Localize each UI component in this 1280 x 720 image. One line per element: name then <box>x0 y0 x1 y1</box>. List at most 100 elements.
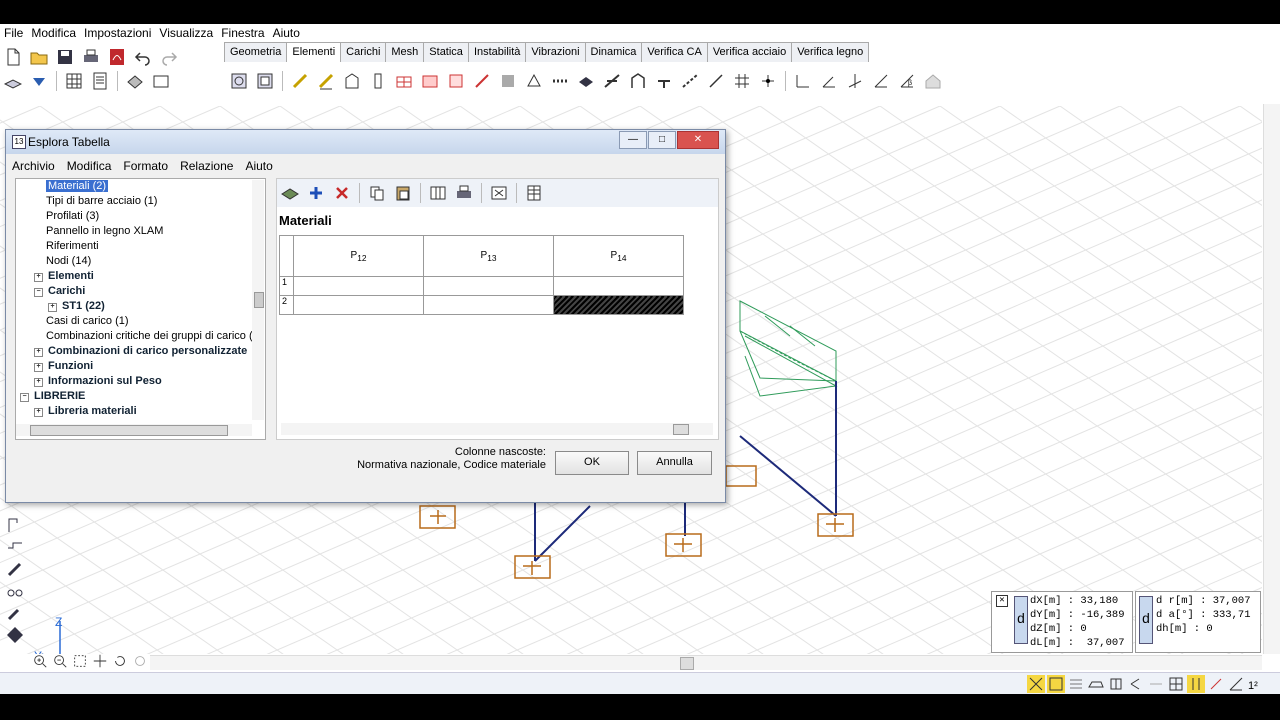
wrench-icon[interactable] <box>4 602 26 624</box>
diamond-icon[interactable] <box>4 624 26 646</box>
paste-icon[interactable] <box>392 182 414 204</box>
close-button[interactable]: ✕ <box>677 131 719 149</box>
column-header-p13[interactable]: P13 <box>423 235 554 277</box>
menu-file[interactable]: File <box>0 24 27 42</box>
report-icon[interactable] <box>89 70 111 92</box>
axis-z-icon[interactable] <box>844 70 866 92</box>
dialog-menu-aiuto[interactable]: Aiuto <box>239 156 278 176</box>
tree-item[interactable]: Pannello in legno XLAM <box>46 224 163 239</box>
angle-measure-icon[interactable] <box>1227 675 1245 693</box>
open-folder-icon[interactable] <box>28 46 50 68</box>
table-cell[interactable] <box>423 295 554 315</box>
copy-icon[interactable] <box>366 182 388 204</box>
tab-mesh[interactable]: Mesh <box>385 42 425 62</box>
delete-icon[interactable] <box>331 182 353 204</box>
snap-icon[interactable] <box>1027 675 1045 693</box>
slab-tool-icon[interactable] <box>393 70 415 92</box>
pencil-icon[interactable] <box>4 558 26 580</box>
tab-verifica-legno[interactable]: Verifica legno <box>791 42 870 62</box>
tree-vertical-scrollbar[interactable] <box>252 180 264 420</box>
car-icon[interactable] <box>1087 675 1105 693</box>
tab-statica[interactable]: Statica <box>423 42 469 62</box>
tree-item[interactable]: + Combinazioni di carico personalizzate <box>34 344 247 359</box>
expand-icon[interactable]: + <box>34 363 43 372</box>
print-icon[interactable] <box>80 46 102 68</box>
beta-angle-icon[interactable]: β <box>896 70 918 92</box>
zoom-in-icon[interactable] <box>32 653 48 669</box>
nodes-icon[interactable] <box>1207 675 1225 693</box>
tab-dinamica[interactable]: Dinamica <box>584 42 643 62</box>
support-tool-icon[interactable] <box>523 70 545 92</box>
tree-horizontal-scrollbar[interactable] <box>16 424 252 436</box>
menu-impostazioni[interactable]: Impostazioni <box>80 24 155 42</box>
tree-item[interactable]: + ST1 (22) <box>48 299 105 314</box>
column-tool-icon[interactable] <box>367 70 389 92</box>
grid-tool-icon[interactable] <box>731 70 753 92</box>
viewport-horizontal-scrollbar[interactable] <box>150 655 1262 670</box>
tree-item[interactable]: Profilati (3) <box>46 209 99 224</box>
element-tool-1-icon[interactable] <box>228 70 250 92</box>
glasses-icon[interactable] <box>4 580 26 602</box>
add-icon[interactable] <box>305 182 327 204</box>
shell-tool-icon[interactable] <box>445 70 467 92</box>
row-number[interactable]: 2 <box>279 295 294 315</box>
tab-instabilità[interactable]: Instabilità <box>467 42 527 62</box>
expand-icon[interactable]: + <box>34 378 43 387</box>
spring-tool-icon[interactable] <box>549 70 571 92</box>
tree-item[interactable]: Riferimenti <box>46 239 99 254</box>
tree-item[interactable]: + Informazioni sul Peso <box>34 374 162 389</box>
beam-edit-icon[interactable] <box>4 536 26 558</box>
plate-tool-icon[interactable] <box>419 70 441 92</box>
tab-elementi[interactable]: Elementi <box>286 42 342 62</box>
collapse-icon[interactable]: − <box>34 288 43 297</box>
expand-icon[interactable]: + <box>34 348 43 357</box>
zoom-extents-icon[interactable] <box>72 653 88 669</box>
render-window-icon[interactable] <box>150 70 172 92</box>
menu-finestra[interactable]: Finestra <box>217 24 268 42</box>
tree-item[interactable]: + Libreria materiali <box>34 404 137 419</box>
table-horizontal-scrollbar[interactable] <box>281 423 713 435</box>
expand-icon[interactable]: + <box>34 408 43 417</box>
tab-carichi[interactable]: Carichi <box>340 42 387 62</box>
zoom-out-icon[interactable] <box>52 653 68 669</box>
minimize-button[interactable]: — <box>619 131 647 149</box>
angle-icon[interactable] <box>870 70 892 92</box>
save-icon[interactable] <box>54 46 76 68</box>
menu-visualizza[interactable]: Visualizza <box>155 24 217 42</box>
tree-item[interactable]: + Funzioni <box>34 359 93 374</box>
tree-item[interactable]: Combinazioni critiche dei gruppi di cari… <box>46 329 259 344</box>
grid-icon[interactable] <box>1167 675 1185 693</box>
tree-item[interactable]: Casi di carico (1) <box>46 314 129 329</box>
surface-support-icon[interactable] <box>575 70 597 92</box>
tab-verifica-ca[interactable]: Verifica CA <box>641 42 708 62</box>
table-cell[interactable] <box>293 276 424 296</box>
viewport-vertical-scrollbar[interactable] <box>1263 104 1280 654</box>
house-icon[interactable] <box>922 70 944 92</box>
columns-icon[interactable] <box>427 182 449 204</box>
wall-tool-icon[interactable] <box>341 70 363 92</box>
maximize-button[interactable]: □ <box>648 131 676 149</box>
table-tree[interactable]: Materiali (2) Tipi di barre acciaio (1) Pr… <box>15 178 266 440</box>
tree-item[interactable]: − Carichi <box>34 284 85 299</box>
table-cell[interactable] <box>553 276 684 296</box>
rotate-icon[interactable] <box>112 653 128 669</box>
pan-icon[interactable] <box>92 653 108 669</box>
axis-local-icon[interactable] <box>818 70 840 92</box>
dialog-titlebar[interactable]: 13 Esplora Tabella — □ ✕ <box>6 130 725 154</box>
element-tool-2-icon[interactable] <box>254 70 276 92</box>
cable-tool-icon[interactable] <box>705 70 727 92</box>
tree-item[interactable]: + Elementi <box>34 269 94 284</box>
dialog-menu-formato[interactable]: Formato <box>117 156 174 176</box>
refresh-icon[interactable] <box>132 653 148 669</box>
link-icon[interactable] <box>1147 675 1165 693</box>
tree-item[interactable]: Materiali (2) <box>46 179 109 194</box>
menu-aiuto[interactable]: Aiuto <box>269 24 304 42</box>
share-icon[interactable] <box>1127 675 1145 693</box>
layers-list-icon[interactable] <box>1067 675 1085 693</box>
axis-x-icon[interactable] <box>792 70 814 92</box>
rib-tool-icon[interactable] <box>315 70 337 92</box>
truss-tool-icon[interactable] <box>679 70 701 92</box>
dialog-menu-relazione[interactable]: Relazione <box>174 156 239 176</box>
fit-window-icon[interactable] <box>488 182 510 204</box>
table-cell[interactable] <box>293 295 424 315</box>
